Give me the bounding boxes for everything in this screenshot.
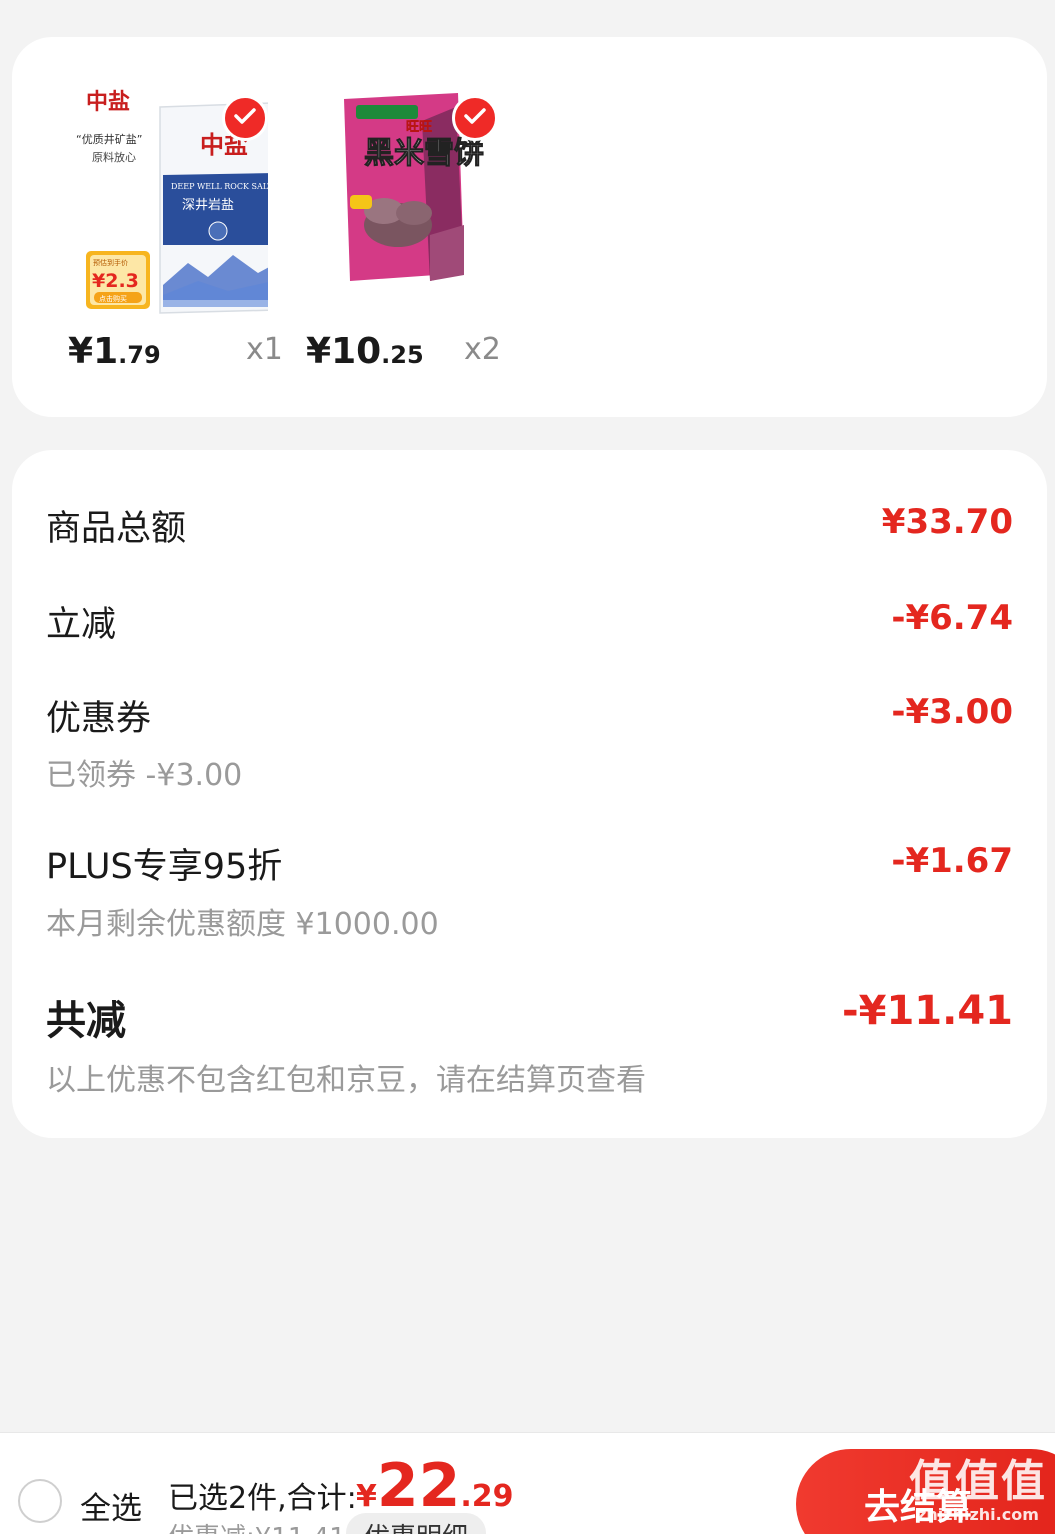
price-summary-card: 商品总额 ¥33.70 立减 -¥6.74 优惠券 -¥3.00 已领券 -¥3… (12, 450, 1047, 1138)
cart-total-price: ¥22.29 (356, 1451, 514, 1521)
product-quantity: x1 (246, 332, 283, 367)
coupon-detail: 已领券 -¥3.00 (46, 758, 243, 793)
product-select-check[interactable] (222, 95, 268, 141)
svg-text:黑米雪饼: 黑米雪饼 (364, 136, 484, 171)
coupon-label: 优惠券 (46, 699, 152, 739)
svg-text:深井岩盐: 深井岩盐 (182, 198, 234, 213)
product-price: ¥10.25 (306, 331, 424, 372)
svg-text:旺旺: 旺旺 (406, 120, 432, 135)
svg-text:预估到手价: 预估到手价 (93, 258, 128, 267)
watermark-logo: 值值值 (909, 1456, 1047, 1507)
product-price: ¥1.79 (68, 331, 161, 372)
select-all-radio[interactable] (18, 1479, 62, 1523)
select-all-label[interactable]: 全选 (80, 1483, 142, 1528)
product-select-check[interactable] (452, 95, 498, 141)
check-icon (464, 107, 486, 129)
plus-discount-label: PLUS专享95折 (46, 847, 283, 887)
svg-text:¥2.3: ¥2.3 (92, 270, 139, 292)
checkout-bar: 全选 已选2件,合计: ¥22.29 优惠减:¥11.41 优惠明细 去结算 值… (0, 1432, 1055, 1534)
watermark-url: zhizhizhi.com (917, 1505, 1039, 1524)
selected-count-summary: 已选2件,合计: (168, 1481, 357, 1516)
plus-remaining-quota: 本月剩余优惠额度 ¥1000.00 (46, 907, 439, 942)
discount-detail-button[interactable]: 优惠明细 (346, 1513, 487, 1534)
svg-text:中盐: 中盐 (86, 89, 130, 115)
svg-text:点击购买: 点击购买 (99, 294, 127, 303)
total-discount-label: 共减 (46, 998, 126, 1044)
product-quantity: x2 (464, 332, 501, 367)
goods-total-value: ¥33.70 (881, 502, 1013, 542)
discount-note: 以上优惠不包含红包和京豆，请在结算页查看 (46, 1063, 646, 1098)
product-image-rice-cracker[interactable]: 旺旺 黑米雪饼 (330, 85, 530, 315)
bottom-discount-amount: 优惠减:¥11.41 (168, 1517, 346, 1534)
total-discount-value: -¥11.41 (842, 988, 1013, 1034)
product-item-rice-cracker[interactable]: 旺旺 黑米雪饼 ¥10.25 x2 (300, 37, 540, 417)
svg-text:“优质井矿盐”: “优质井矿盐” (76, 132, 142, 146)
svg-text:DEEP WELL ROCK SALT: DEEP WELL ROCK SALT (171, 182, 268, 191)
goods-total-label: 商品总额 (46, 509, 187, 549)
instant-discount-label: 立减 (46, 605, 117, 645)
product-item-salt[interactable]: 中盐 “优质井矿盐” 原料放心 预估到手价 ¥2.3 点击购买 中盐 DEEP … (52, 37, 292, 417)
instant-discount-value: -¥6.74 (891, 598, 1013, 638)
site-watermark: 值值值 zhizhizhi.com (909, 1456, 1047, 1525)
svg-text:原料放心: 原料放心 (92, 150, 136, 164)
plus-discount-value: -¥1.67 (891, 841, 1013, 881)
coupon-value: -¥3.00 (891, 692, 1013, 732)
cart-products-card: 中盐 “优质井矿盐” 原料放心 预估到手价 ¥2.3 点击购买 中盐 DEEP … (12, 37, 1047, 417)
check-icon (234, 107, 256, 129)
